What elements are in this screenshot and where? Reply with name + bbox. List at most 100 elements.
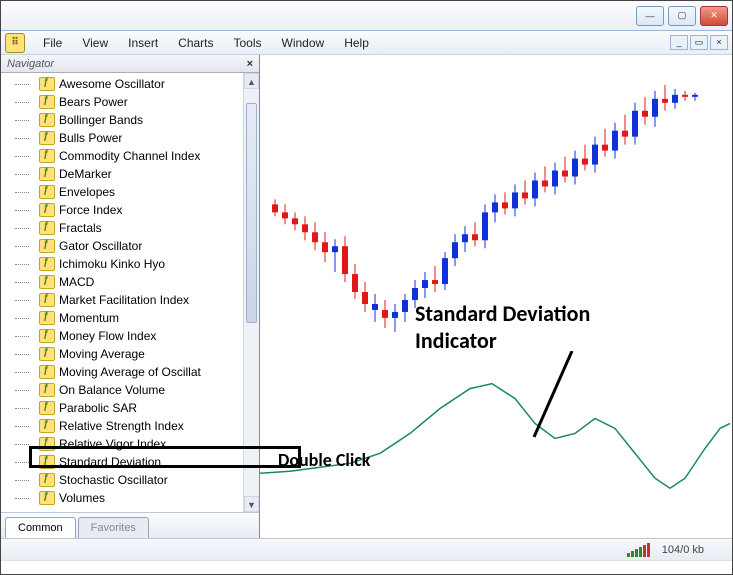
indicator-icon — [39, 419, 55, 433]
indicator-icon — [39, 329, 55, 343]
indicator-label: Relative Strength Index — [59, 419, 184, 433]
navigator-header: Navigator × — [1, 55, 259, 73]
indicator-icon — [39, 149, 55, 163]
mdi-close-button[interactable]: × — [710, 35, 728, 50]
indicator-icon — [39, 473, 55, 487]
indicator-icon — [39, 167, 55, 181]
indicator-icon — [39, 95, 55, 109]
indicator-label: Commodity Channel Index — [59, 149, 200, 163]
menu-insert[interactable]: Insert — [118, 33, 168, 53]
indicator-item-demarker[interactable]: DeMarker — [7, 165, 259, 183]
indicator-item-bollinger-bands[interactable]: Bollinger Bands — [7, 111, 259, 129]
chart-pane[interactable]: Standard Deviation Indicator Double Clic… — [260, 55, 732, 538]
annotation-title-line2: Indicator — [415, 327, 497, 354]
tab-favorites[interactable]: Favorites — [78, 517, 149, 538]
indicator-icon — [39, 77, 55, 91]
indicator-icon — [39, 275, 55, 289]
indicator-label: Market Facilitation Index — [59, 293, 189, 307]
status-bar: 104/0 kb — [1, 538, 732, 560]
mdi-minimize-button[interactable]: _ — [670, 35, 688, 50]
highlight-standard-deviation — [29, 446, 301, 468]
indicator-icon — [39, 491, 55, 505]
indicator-item-money-flow-index[interactable]: Money Flow Index — [7, 327, 259, 345]
indicator-icon — [39, 293, 55, 307]
connection-bars-icon — [627, 543, 650, 557]
indicator-item-commodity-channel-index[interactable]: Commodity Channel Index — [7, 147, 259, 165]
indicator-icon — [39, 257, 55, 271]
indicator-item-bears-power[interactable]: Bears Power — [7, 93, 259, 111]
indicator-item-parabolic-sar[interactable]: Parabolic SAR — [7, 399, 259, 417]
indicator-label: MACD — [59, 275, 94, 289]
app-icon: ⠿ — [5, 33, 25, 53]
annotation-title-line1: Standard Deviation — [415, 300, 590, 327]
indicator-icon — [39, 365, 55, 379]
annotation-pointer-line — [530, 351, 580, 441]
indicator-label: DeMarker — [59, 167, 112, 181]
indicator-item-stochastic-oscillator[interactable]: Stochastic Oscillator — [7, 471, 259, 489]
indicator-item-gator-oscillator[interactable]: Gator Oscillator — [7, 237, 259, 255]
indicator-item-awesome-oscillator[interactable]: Awesome Oscillator — [7, 75, 259, 93]
indicator-item-force-index[interactable]: Force Index — [7, 201, 259, 219]
menu-window[interactable]: Window — [272, 33, 335, 53]
close-button[interactable]: ✕ — [700, 6, 728, 26]
indicator-item-moving-average[interactable]: Moving Average — [7, 345, 259, 363]
scroll-up-icon[interactable]: ▲ — [244, 73, 259, 89]
indicator-icon — [39, 203, 55, 217]
indicator-icon — [39, 185, 55, 199]
indicator-icon — [39, 311, 55, 325]
indicator-label: Volumes — [59, 491, 105, 505]
indicator-label: Awesome Oscillator — [59, 77, 165, 91]
indicator-item-envelopes[interactable]: Envelopes — [7, 183, 259, 201]
footer-pad — [1, 560, 732, 574]
indicator-label: Force Index — [59, 203, 122, 217]
indicator-label: Money Flow Index — [59, 329, 156, 343]
scroll-thumb[interactable] — [246, 103, 257, 323]
indicator-item-moving-average-of-oscillat[interactable]: Moving Average of Oscillat — [7, 363, 259, 381]
indicator-label: Envelopes — [59, 185, 115, 199]
indicator-icon — [39, 347, 55, 361]
indicator-label: Bears Power — [59, 95, 128, 109]
scroll-down-icon[interactable]: ▼ — [244, 496, 259, 512]
indicator-icon — [39, 239, 55, 253]
indicator-label: Stochastic Oscillator — [59, 473, 168, 487]
indicator-icon — [39, 383, 55, 397]
indicator-item-ichimoku-kinko-hyo[interactable]: Ichimoku Kinko Hyo — [7, 255, 259, 273]
indicator-label: On Balance Volume — [59, 383, 165, 397]
window-titlebar: — ▢ ✕ — [1, 1, 732, 31]
indicator-label: Fractals — [59, 221, 102, 235]
indicator-item-market-facilitation-index[interactable]: Market Facilitation Index — [7, 291, 259, 309]
indicator-icon — [39, 131, 55, 145]
menubar: ⠿ File View Insert Charts Tools Window H… — [1, 31, 732, 55]
menu-charts[interactable]: Charts — [168, 33, 223, 53]
indicator-item-relative-strength-index[interactable]: Relative Strength Index — [7, 417, 259, 435]
indicator-label: Momentum — [59, 311, 119, 325]
indicator-label: Gator Oscillator — [59, 239, 142, 253]
indicator-label: Parabolic SAR — [59, 401, 137, 415]
maximize-button[interactable]: ▢ — [668, 6, 696, 26]
navigator-tabs: Common Favorites — [1, 512, 259, 538]
mdi-restore-button[interactable]: ▭ — [690, 35, 708, 50]
indicator-icon — [39, 113, 55, 127]
menu-help[interactable]: Help — [334, 33, 379, 53]
status-traffic: 104/0 kb — [662, 544, 704, 556]
indicator-item-volumes[interactable]: Volumes — [7, 489, 259, 507]
indicator-item-fractals[interactable]: Fractals — [7, 219, 259, 237]
menu-view[interactable]: View — [72, 33, 118, 53]
navigator-title: Navigator — [7, 58, 54, 70]
indicator-label: Bollinger Bands — [59, 113, 143, 127]
tab-common[interactable]: Common — [5, 517, 76, 538]
indicator-label: Ichimoku Kinko Hyo — [59, 257, 165, 271]
indicator-label: Moving Average of Oscillat — [59, 365, 201, 379]
menu-tools[interactable]: Tools — [224, 33, 272, 53]
indicator-item-bulls-power[interactable]: Bulls Power — [7, 129, 259, 147]
indicator-item-macd[interactable]: MACD — [7, 273, 259, 291]
menu-file[interactable]: File — [33, 33, 72, 53]
navigator-close-icon[interactable]: × — [247, 58, 253, 70]
indicator-icon — [39, 221, 55, 235]
indicator-item-momentum[interactable]: Momentum — [7, 309, 259, 327]
indicator-icon — [39, 401, 55, 415]
indicator-label: Bulls Power — [59, 131, 122, 145]
indicator-item-on-balance-volume[interactable]: On Balance Volume — [7, 381, 259, 399]
indicator-label: Moving Average — [59, 347, 145, 361]
minimize-button[interactable]: — — [636, 6, 664, 26]
